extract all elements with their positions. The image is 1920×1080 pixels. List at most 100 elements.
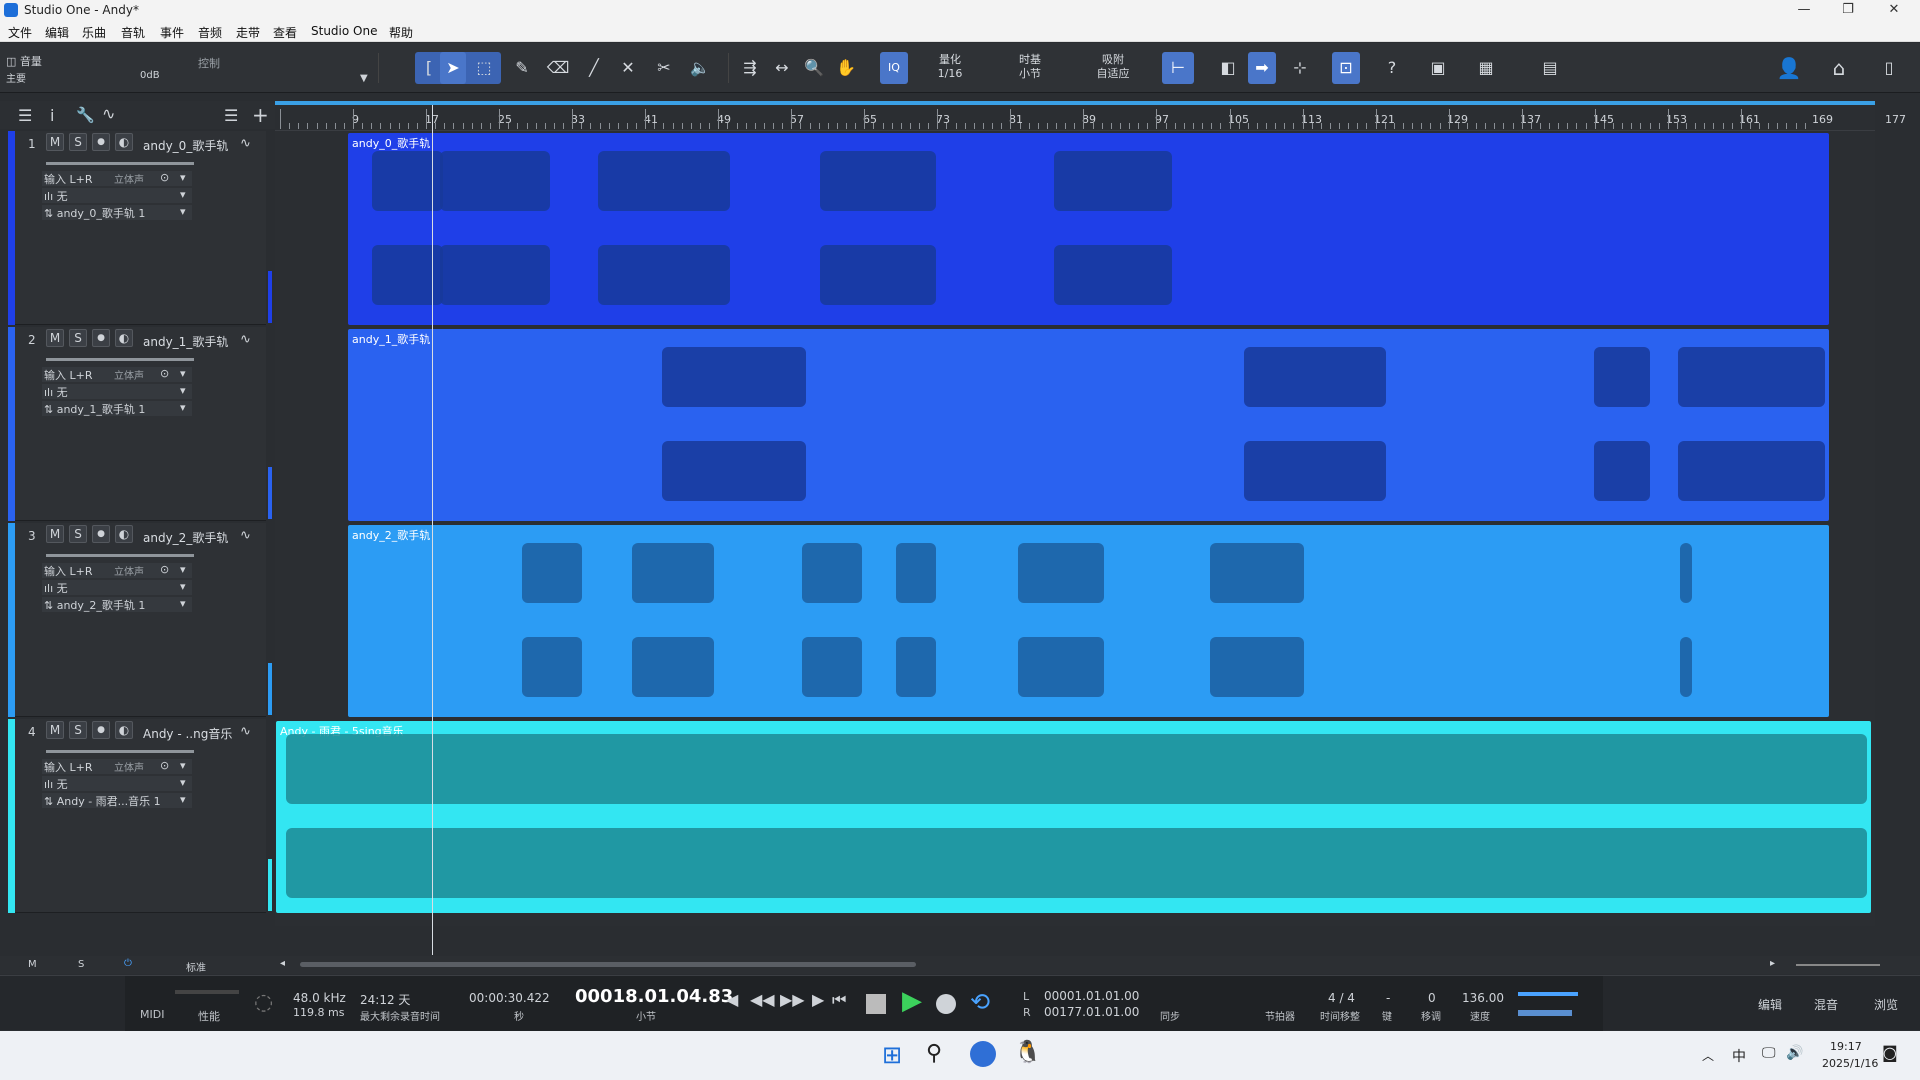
output-select[interactable]: ⇅ andy_1_歌手轨 1 ▾ <box>42 401 192 416</box>
input-select[interactable]: 输入 L+R 立体声 ⊙ ▾ <box>42 171 192 186</box>
monitor-button[interactable]: ◐ <box>115 525 133 543</box>
studio-one-taskbar-icon[interactable] <box>970 1041 996 1067</box>
waveform-icon[interactable]: ∿ <box>240 136 251 151</box>
stop-button[interactable] <box>866 994 886 1014</box>
sync-icon[interactable]: ◌ <box>254 990 273 1015</box>
rewind-icon[interactable]: ◀◀ <box>750 990 775 1009</box>
scroll-left-icon[interactable]: ◂ <box>280 958 285 969</box>
waveform-icon[interactable]: ∿ <box>240 724 251 739</box>
track-header-4[interactable]: 4 M S ● ◐ Andy - ..ng音乐 ∿ 输入 L+R 立体声 ⊙ ▾ ılı 无 ▾ ⇅ An… <box>8 719 272 913</box>
quantize-control[interactable]: 量化 1/16 <box>925 53 975 81</box>
minimize-button[interactable]: — <box>1784 0 1824 22</box>
track-name[interactable]: andy_1_歌手轨 <box>143 333 228 350</box>
volume-fader[interactable] <box>46 162 194 165</box>
cursor-follows-edit-icon[interactable]: ◧ <box>1214 52 1242 84</box>
input-select[interactable]: 输入 L+R 立体声 ⊙ ▾ <box>42 759 192 774</box>
menu-edit[interactable]: 编辑 <box>45 24 69 41</box>
track-header-2[interactable]: 2 M S ● ◐ andy_1_歌手轨 ∿ 输入 L+R 立体声 ⊙ ▾ ılı 无 ▾ ⇅ andy_… <box>8 327 272 521</box>
range-tool-icon[interactable]: ⬚ <box>470 52 498 84</box>
ime-indicator[interactable]: 中 <box>1732 1046 1746 1066</box>
mix-view-button[interactable]: 混音 <box>1814 996 1838 1013</box>
record-arm-button[interactable]: ● <box>92 721 110 739</box>
clock-date[interactable]: 2025/1/16 <box>1822 1057 1878 1070</box>
zoom-tool-icon[interactable]: 🔍 <box>800 52 828 84</box>
menu-audio[interactable]: 音频 <box>198 24 222 41</box>
clock-time[interactable]: 19:17 <box>1830 1040 1862 1053</box>
bend-tool-icon[interactable]: ⇶ <box>736 52 764 84</box>
input-select[interactable]: 输入 L+R 立体声 ⊙ ▾ <box>42 563 192 578</box>
help-button[interactable]: ? <box>1378 52 1406 84</box>
time-signature[interactable]: 4 / 4 <box>1328 991 1355 1005</box>
menu-event[interactable]: 事件 <box>160 24 184 41</box>
key-display[interactable]: - <box>1386 991 1390 1005</box>
notification-icon[interactable]: ◙ <box>1882 1043 1898 1062</box>
play-button[interactable]: ▶ <box>902 986 922 1016</box>
audio-event[interactable]: andy_2_歌手轨 <box>348 525 1829 717</box>
mute-tool-icon[interactable]: ✕ <box>614 52 642 84</box>
monitor-button[interactable]: ◐ <box>115 721 133 739</box>
info-icon[interactable]: i <box>50 106 54 125</box>
scroll-right-icon[interactable]: ▸ <box>1770 958 1775 969</box>
insert-select[interactable]: ılı 无 ▾ <box>42 580 192 595</box>
stretch-tool-icon[interactable]: ↔ <box>768 52 796 84</box>
menu-track[interactable]: 音轨 <box>121 24 145 41</box>
insert-select[interactable]: ılı 无 ▾ <box>42 776 192 791</box>
volume-icon[interactable]: 🔊 <box>1786 1045 1803 1061</box>
volume-fader[interactable] <box>46 358 194 361</box>
mute-button[interactable]: M <box>46 525 64 543</box>
close-button[interactable]: ✕ <box>1874 0 1914 22</box>
footer-solo[interactable]: S <box>78 959 84 970</box>
waveform-icon[interactable]: ∿ <box>240 332 251 347</box>
menu-studio-one[interactable]: Studio One <box>311 24 377 38</box>
loop-end[interactable]: 00177.01.01.00 <box>1044 1005 1139 1019</box>
track-header-1[interactable]: 1 M S ● ◐ andy_0_歌手轨 ∿ 输入 L+R 立体声 ⊙ ▾ ılı 无 ▾ ⇅ andy_… <box>8 131 272 325</box>
auto-scroll-icon[interactable]: ➡ <box>1248 52 1276 84</box>
snap-control[interactable]: 吸附 自适应 <box>1085 53 1141 81</box>
master-volume[interactable] <box>1518 1010 1572 1016</box>
timeline-ruler[interactable]: 9172533414957657381899710511312112913714… <box>275 101 1906 131</box>
info-view-icon[interactable]: ⊡ <box>1332 52 1360 84</box>
paint-tool-icon[interactable]: ╱ <box>580 52 608 84</box>
menu-file[interactable]: 文件 <box>8 24 32 41</box>
record-arm-button[interactable]: ● <box>92 329 110 347</box>
layout-view-icon[interactable]: ▤ <box>1530 52 1570 84</box>
browse-button[interactable]: 浏览 <box>1874 996 1898 1013</box>
solo-button[interactable]: S <box>69 329 87 347</box>
track-name[interactable]: Andy - ..ng音乐 <box>143 725 232 742</box>
network-icon[interactable]: 🖵 <box>1762 1045 1776 1061</box>
eraser-tool-icon[interactable]: ⌫ <box>544 52 572 84</box>
input-select[interactable]: 输入 L+R 立体声 ⊙ ▾ <box>42 367 192 382</box>
menu-help[interactable]: 帮助 <box>389 24 413 41</box>
control-dropdown-icon[interactable]: ▼ <box>360 73 368 84</box>
return-zero-icon[interactable]: ⏮ <box>832 990 846 1010</box>
gain-value[interactable]: 0dB <box>140 70 160 81</box>
lock-icon[interactable]: ◫ <box>6 55 16 68</box>
qq-icon[interactable]: 🐧 <box>1014 1040 1041 1065</box>
home-icon[interactable]: ⌂ <box>1824 52 1854 84</box>
audio-event[interactable]: andy_1_歌手轨 <box>348 329 1829 521</box>
timeline-cursor-icon[interactable]: ⊹ <box>1286 52 1314 84</box>
bars-display[interactable]: 00018.01.04.83 <box>575 986 733 1007</box>
menu-song[interactable]: 乐曲 <box>82 24 106 41</box>
snap-toggle-icon[interactable]: ⊢ <box>1162 52 1194 84</box>
menu-view[interactable]: 查看 <box>273 24 297 41</box>
record-arm-button[interactable]: ● <box>92 525 110 543</box>
rewind-start-icon[interactable]: ◀ <box>726 990 738 1009</box>
add-track-icon[interactable]: + <box>252 103 269 127</box>
footer-mute[interactable]: M <box>28 959 37 970</box>
video-icon[interactable]: ▣ <box>1424 52 1452 84</box>
loop-start[interactable]: 00001.01.01.00 <box>1044 989 1139 1003</box>
audio-event[interactable]: Andy - 雨君 - 5sing音乐 <box>276 721 1871 913</box>
track-header-3[interactable]: 3 M S ● ◐ andy_2_歌手轨 ∿ 输入 L+R 立体声 ⊙ ▾ ılı 无 ▾ ⇅ andy_… <box>8 523 272 717</box>
edit-view-button[interactable]: 编辑 <box>1758 996 1782 1013</box>
automation-icon[interactable]: ∿ <box>102 104 115 123</box>
waveform-icon[interactable]: ∿ <box>240 528 251 543</box>
solo-button[interactable]: S <box>69 721 87 739</box>
record-button[interactable] <box>936 994 956 1014</box>
user-icon[interactable]: 👤 <box>1774 52 1804 84</box>
listen-tool-icon[interactable]: 🔈 <box>686 52 714 84</box>
windows-start-icon[interactable]: ⊞ <box>882 1041 902 1069</box>
fast-forward-icon[interactable]: ▶▶ <box>780 990 805 1009</box>
mute-button[interactable]: M <box>46 329 64 347</box>
track-name[interactable]: andy_0_歌手轨 <box>143 137 228 154</box>
